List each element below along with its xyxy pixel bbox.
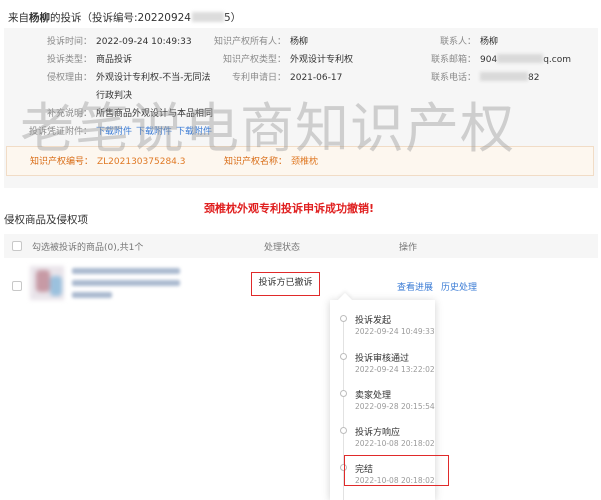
status-withdrawn: 投诉方已撤诉 (251, 272, 320, 296)
timeline-dot-icon (340, 315, 347, 322)
title-tail: 5） (223, 12, 242, 24)
complainant-name: 杨柳 (29, 12, 50, 24)
column-action: 操作 (399, 243, 418, 253)
section-title: 侵权商品及侵权项 (4, 214, 88, 226)
complaint-type-field: 投诉类型： 商品投诉 (46, 55, 133, 65)
redacted-email (497, 54, 544, 63)
select-all-checkbox[interactable] (12, 241, 22, 251)
timeline-item: 投诉发起 2022-09-24 10:49:33 (330, 313, 435, 345)
watermark-text: 老笔说电商知识产权 (20, 97, 515, 160)
timeline-item: 投诉审核通过 2022-09-24 13:22:02 (330, 351, 435, 383)
table-header: 勾选被投诉的商品(0),共1个 处理状态 操作 (4, 234, 598, 258)
contact-phone-field: 联系电话： 82 (430, 72, 540, 83)
redacted-number (191, 12, 224, 22)
row-checkbox[interactable] (12, 281, 22, 291)
timeline-item: 投诉方响应 2022-10-08 20:18:02 (330, 425, 435, 457)
success-banner: 颈椎枕外观专利投诉申诉成功撤销! (204, 202, 375, 215)
phone-suffix: 82 (528, 73, 540, 83)
view-progress-link[interactable]: 查看进展 (397, 280, 433, 293)
completed-highlight (344, 455, 449, 486)
title-suffix: 的投诉（投诉编号:20220924 (50, 12, 191, 24)
product-title-redacted[interactable] (72, 268, 180, 274)
column-status: 处理状态 (264, 243, 301, 253)
contact-email-field: 联系邮箱： 904 q.com (430, 54, 571, 65)
title-prefix: 来自 (8, 12, 29, 24)
email-prefix: 904 (480, 55, 498, 65)
ip-type-field: 知识产权类型： 外观设计专利权 (222, 55, 354, 65)
column-goods: 勾选被投诉的商品(0),共1个 (32, 243, 144, 253)
timeline-dot-icon (340, 390, 347, 397)
ip-owner-field: 知识产权所有人： 杨柳 (213, 37, 309, 47)
timeline-dot-icon (340, 427, 347, 434)
product-title-redacted (72, 292, 112, 298)
contact-field: 联系人： 杨柳 (439, 37, 499, 47)
complaint-title: 来自杨柳的投诉（投诉编号:20220924 5） (8, 10, 241, 25)
popover-caret (337, 292, 353, 308)
product-thumbnail[interactable] (30, 266, 64, 300)
email-suffix: q.com (543, 55, 571, 65)
timeline-dot-icon (340, 353, 347, 360)
product-title-redacted (72, 280, 180, 286)
history-link[interactable]: 历史处理 (441, 280, 477, 293)
patent-apply-date-field: 专利申请日： 2021-06-17 (231, 73, 343, 83)
timeline-item: 卖家处理 2022-09-28 20:15:54 (330, 388, 435, 420)
redacted-phone (480, 72, 528, 81)
